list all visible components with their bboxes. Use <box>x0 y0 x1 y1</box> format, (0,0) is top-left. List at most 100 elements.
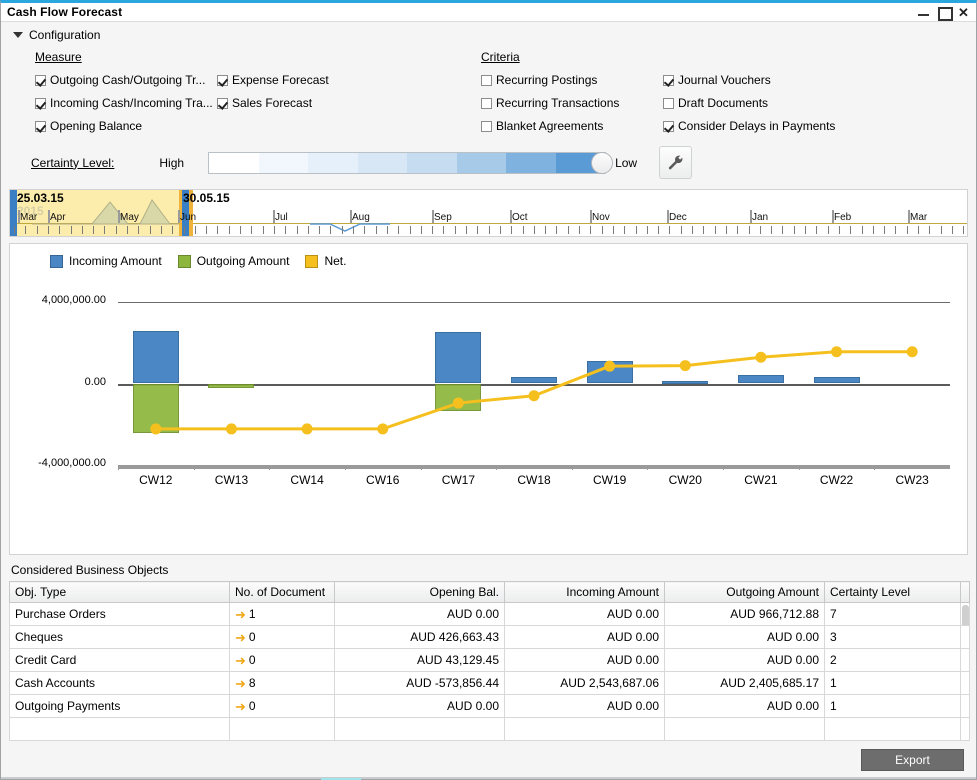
checkbox-icon[interactable] <box>481 98 492 109</box>
legend-swatch <box>50 255 63 268</box>
close-icon[interactable]: ✕ <box>958 7 969 18</box>
net-point-CW14[interactable] <box>302 423 313 434</box>
cell-no_of_document: ➜0 <box>230 695 335 718</box>
cell-opening_bal: AUD 0.00 <box>335 695 505 718</box>
slider-segment-7[interactable] <box>209 153 259 173</box>
slider-segment-3[interactable] <box>407 153 457 173</box>
chart-plot-area: 4,000,000.000.00-4,000,000.00CW12CW13CW1… <box>10 280 967 554</box>
timeline-month-label: Jan <box>750 212 768 223</box>
checkbox-blanket-agreements[interactable]: Blanket Agreements <box>481 119 663 133</box>
slider-segment-1[interactable] <box>506 153 556 173</box>
table-scrollbar[interactable] <box>961 695 970 718</box>
document-link[interactable]: ➜0 <box>235 653 329 667</box>
checkbox-journal-vouchers[interactable]: Journal Vouchers <box>663 73 893 87</box>
net-point-CW20[interactable] <box>680 360 691 371</box>
table-header-5[interactable]: Certainty Level <box>825 582 961 603</box>
net-point-CW16[interactable] <box>377 423 388 434</box>
checkbox-recurring-postings[interactable]: Recurring Postings <box>481 73 663 87</box>
checkbox-recurring-transactions[interactable]: Recurring Transactions <box>481 96 663 110</box>
cell-opening_bal: AUD 43,129.45 <box>335 649 505 672</box>
document-link[interactable]: ➜1 <box>235 607 329 621</box>
table-row[interactable]: Purchase Orders➜1AUD 0.00AUD 0.00AUD 966… <box>10 603 970 626</box>
checkbox-expense-forecast[interactable]: Expense Forecast <box>217 73 417 87</box>
checkbox-icon[interactable] <box>217 75 228 86</box>
document-count: 1 <box>249 607 256 621</box>
legend-item-2: Net. <box>305 254 346 268</box>
minimize-icon[interactable] <box>918 7 929 18</box>
document-link[interactable]: ➜0 <box>235 630 329 644</box>
checkbox-sales-forecast[interactable]: Sales Forecast <box>217 96 417 110</box>
timeline-month-label: Dec <box>667 212 687 223</box>
net-point-CW19[interactable] <box>604 361 615 372</box>
cell-obj_type: Cheques <box>10 626 230 649</box>
checkbox-icon[interactable] <box>663 75 674 86</box>
certainty-high-label: High <box>159 156 184 170</box>
table-header-1[interactable]: No. of Document <box>230 582 335 603</box>
timeline-navigator[interactable]: 25.03.1530.05.152015MarAprMayJunJulAugSe… <box>9 189 968 237</box>
certainty-level-label: Certainty Level: <box>31 156 114 170</box>
table-scrollbar[interactable] <box>961 649 970 672</box>
net-point-CW12[interactable] <box>150 423 161 434</box>
slider-thumb[interactable] <box>591 152 613 174</box>
net-point-CW13[interactable] <box>226 423 237 434</box>
table-row[interactable]: Outgoing Payments➜0AUD 0.00AUD 0.00AUD 0… <box>10 695 970 718</box>
net-point-CW21[interactable] <box>755 352 766 363</box>
table-row[interactable]: Cheques➜0AUD 426,663.43AUD 0.00AUD 0.003 <box>10 626 970 649</box>
timeline-month-label: Mar <box>908 212 927 223</box>
checkbox-label: Sales Forecast <box>232 96 312 110</box>
net-point-CW18[interactable] <box>529 390 540 401</box>
checkbox-incoming-cash[interactable]: Incoming Cash/Incoming Tra... <box>35 96 217 110</box>
checkbox-icon[interactable] <box>481 121 492 132</box>
slider-segment-2[interactable] <box>457 153 507 173</box>
document-link[interactable]: ➜0 <box>235 699 329 713</box>
table-header-2[interactable]: Opening Bal. <box>335 582 505 603</box>
checkbox-consider-delays[interactable]: Consider Delays in Payments <box>663 119 893 133</box>
slider-segment-5[interactable] <box>308 153 358 173</box>
checkbox-outgoing-cash[interactable]: Outgoing Cash/Outgoing Tr... <box>35 73 217 87</box>
cell-outgoing: AUD 0.00 <box>665 626 825 649</box>
configuration-toggle[interactable]: Configuration <box>1 22 976 46</box>
cell-obj_type: Credit Card <box>10 649 230 672</box>
certainty-slider[interactable] <box>208 152 606 174</box>
net-point-CW17[interactable] <box>453 398 464 409</box>
checkbox-opening-balance[interactable]: Opening Balance <box>35 119 217 133</box>
timeline-month-label: Jun <box>178 212 196 223</box>
checkbox-icon[interactable] <box>35 98 46 109</box>
wrench-icon[interactable] <box>659 146 692 179</box>
criteria-group: Criteria Recurring Postings Journal Vouc… <box>471 50 941 133</box>
cell-certainty: 7 <box>825 603 961 626</box>
table-row[interactable]: Cash Accounts➜8AUD -573,856.44AUD 2,543,… <box>10 672 970 695</box>
table-scrollbar[interactable] <box>961 672 970 695</box>
document-link[interactable]: ➜8 <box>235 676 329 690</box>
checkbox-draft-documents[interactable]: Draft Documents <box>663 96 893 110</box>
checkbox-label: Opening Balance <box>50 119 142 133</box>
slider-segment-6[interactable] <box>259 153 309 173</box>
checkbox-icon[interactable] <box>217 98 228 109</box>
net-point-CW22[interactable] <box>831 346 842 357</box>
table-header-0[interactable]: Obj. Type <box>10 582 230 603</box>
table-header-3[interactable]: Incoming Amount <box>505 582 665 603</box>
arrow-right-icon[interactable]: ➜ <box>235 677 246 690</box>
table-header-4[interactable]: Outgoing Amount <box>665 582 825 603</box>
checkbox-icon[interactable] <box>481 75 492 86</box>
arrow-right-icon[interactable]: ➜ <box>235 700 246 713</box>
scrollbar-thumb[interactable] <box>962 605 969 626</box>
cell-obj_type: Outgoing Payments <box>10 695 230 718</box>
arrow-right-icon[interactable]: ➜ <box>235 608 246 621</box>
checkbox-icon[interactable] <box>663 98 674 109</box>
table-row[interactable]: Credit Card➜0AUD 43,129.45AUD 0.00AUD 0.… <box>10 649 970 672</box>
export-button[interactable]: Export <box>861 749 964 771</box>
maximize-icon[interactable] <box>938 7 949 18</box>
checkbox-label: Journal Vouchers <box>678 73 771 87</box>
checkbox-icon[interactable] <box>35 75 46 86</box>
arrow-right-icon[interactable]: ➜ <box>235 654 246 667</box>
slider-segment-4[interactable] <box>358 153 408 173</box>
table-scrollbar[interactable] <box>961 603 970 626</box>
arrow-right-icon[interactable]: ➜ <box>235 631 246 644</box>
checkbox-icon[interactable] <box>35 121 46 132</box>
checkbox-icon[interactable] <box>663 121 674 132</box>
net-point-CW23[interactable] <box>907 346 918 357</box>
table-scrollbar[interactable] <box>961 626 970 649</box>
document-count: 0 <box>249 630 256 644</box>
legend-swatch <box>178 255 191 268</box>
